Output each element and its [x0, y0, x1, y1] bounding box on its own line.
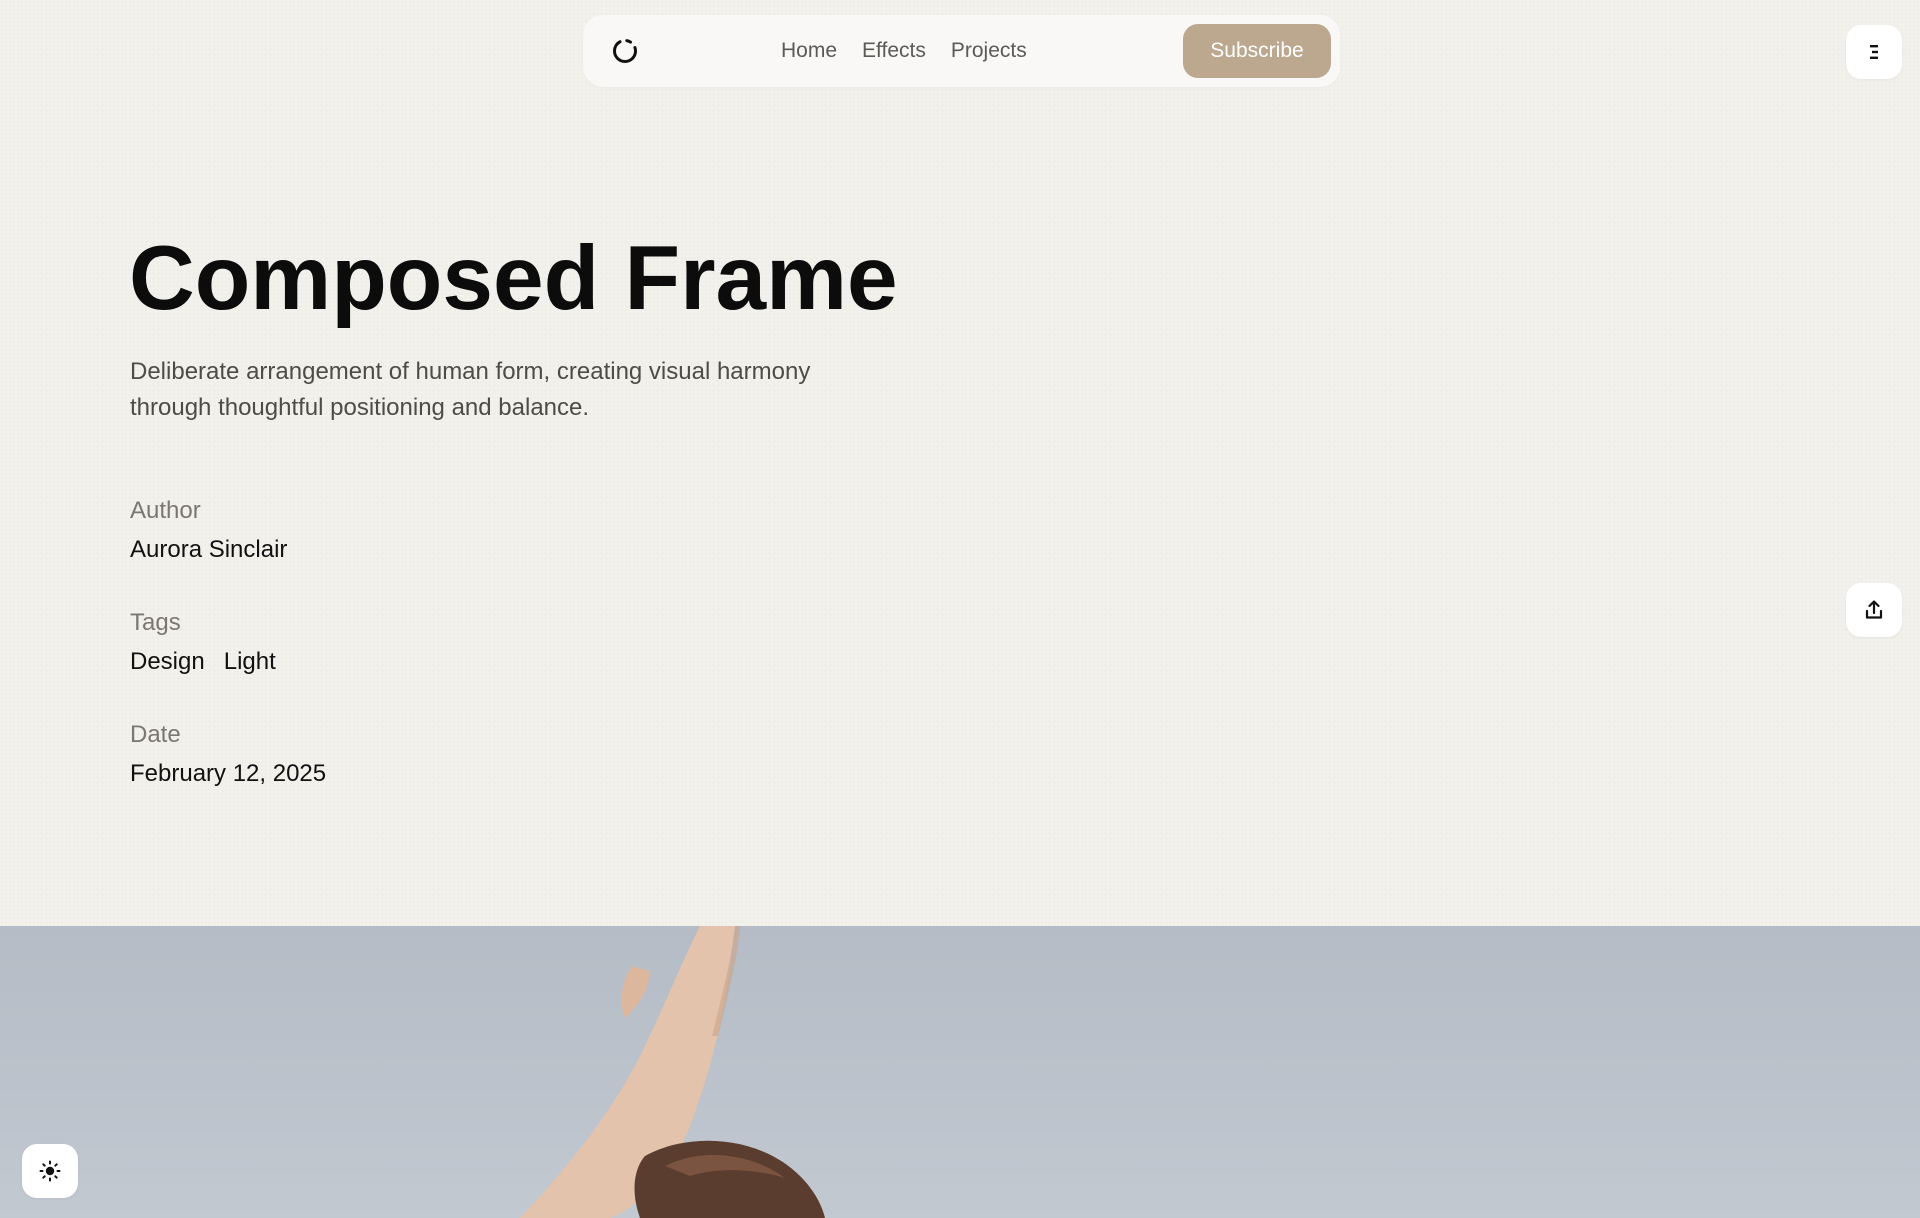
- subscribe-button[interactable]: Subscribe: [1183, 24, 1331, 78]
- nav-link-home[interactable]: Home: [781, 39, 837, 63]
- author-name: Aurora Sinclair: [130, 536, 288, 563]
- hero-photo: [0, 926, 1920, 1218]
- date-label: Date: [130, 721, 181, 748]
- menu-icon: [1870, 45, 1878, 59]
- tag-list: Design Light: [130, 648, 276, 676]
- tag-light[interactable]: Light: [224, 648, 276, 676]
- share-icon: [1865, 600, 1883, 619]
- share-button[interactable]: [1846, 583, 1902, 637]
- menu-button[interactable]: [1846, 25, 1902, 79]
- page-title: Composed Frame: [129, 228, 898, 329]
- nav-link-effects[interactable]: Effects: [862, 39, 926, 63]
- tag-design[interactable]: Design: [130, 648, 205, 676]
- sun-icon: [39, 1160, 61, 1182]
- author-label: Author: [130, 497, 201, 524]
- nav-links: Home Effects Projects: [781, 15, 1027, 87]
- top-nav: Home Effects Projects Subscribe: [583, 15, 1340, 87]
- publish-date: February 12, 2025: [130, 760, 327, 787]
- theme-toggle-button[interactable]: [22, 1144, 78, 1198]
- loading-circle-icon[interactable]: [611, 37, 639, 65]
- tags-label: Tags: [130, 609, 181, 636]
- nav-link-projects[interactable]: Projects: [951, 39, 1027, 63]
- article-description: Deliberate arrangement of human form, cr…: [130, 358, 811, 421]
